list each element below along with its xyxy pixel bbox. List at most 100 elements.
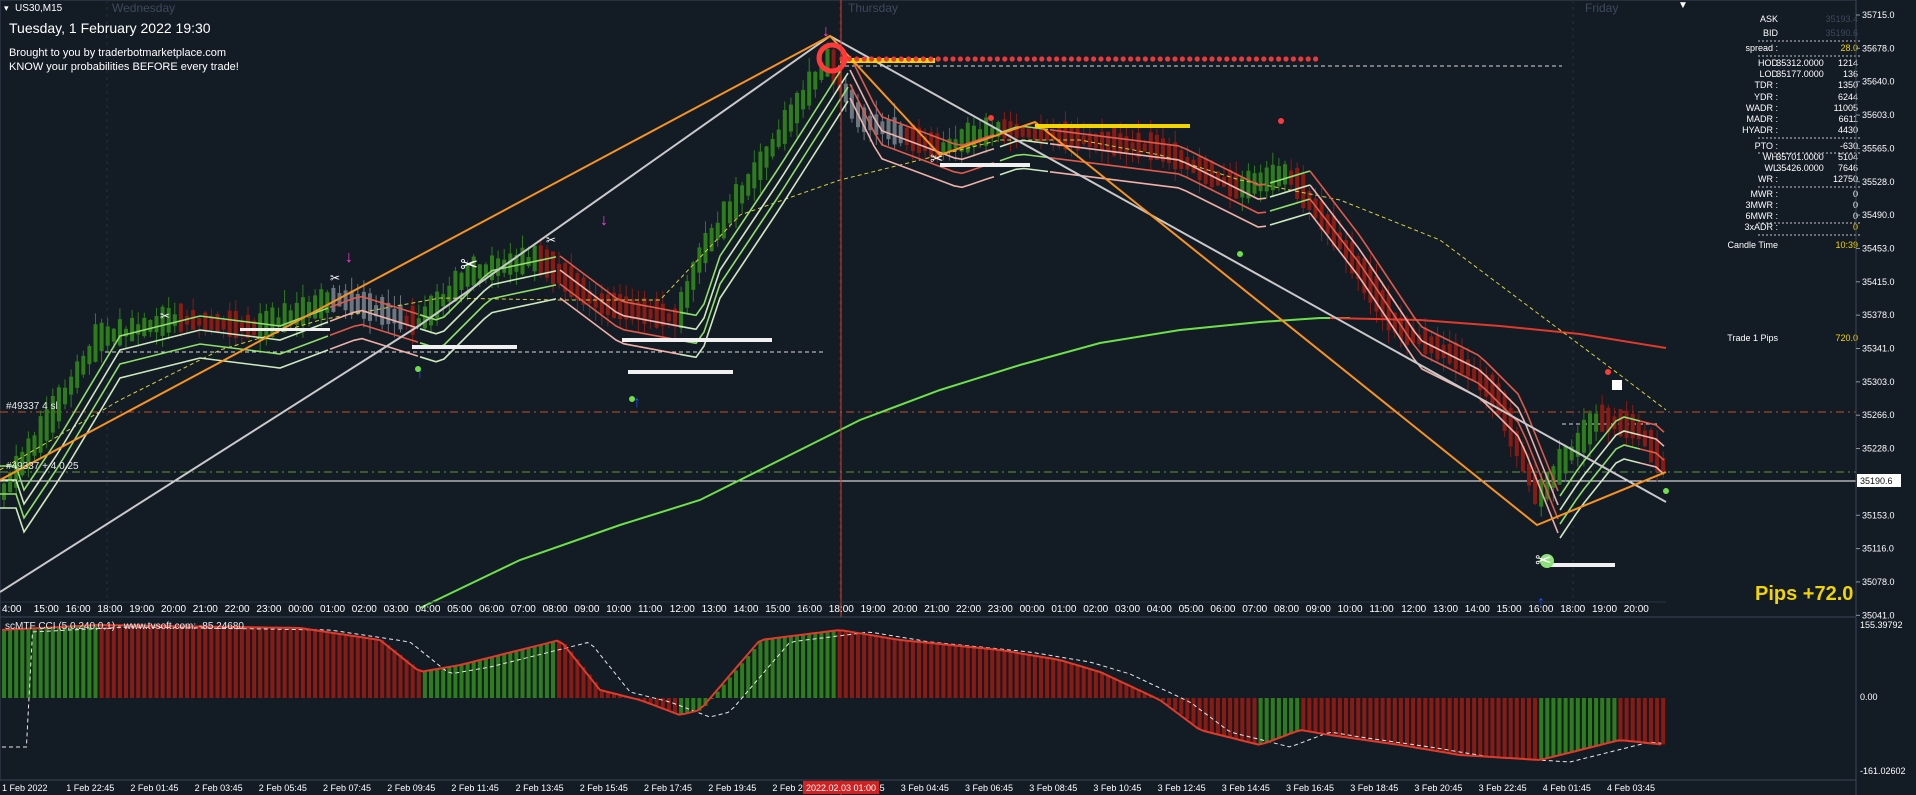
time-tick-label: 14:00 <box>733 604 758 615</box>
cci-bar <box>929 642 934 698</box>
red-dot <box>1120 56 1126 62</box>
order-label-sl[interactable]: #49337 4 sl <box>6 401 58 412</box>
cci-bar <box>1240 698 1245 741</box>
time-tick-label: 21:00 <box>924 604 949 615</box>
cci-bar <box>166 626 171 698</box>
price-tick-label: 35640.0 <box>1862 77 1895 87</box>
candle-body <box>898 124 903 144</box>
time-tick-label: 10:00 <box>606 604 631 615</box>
candle-body <box>1295 167 1300 200</box>
cci-bar <box>886 637 891 698</box>
stat-value: 6611 <box>1839 114 1858 124</box>
chart-menu-arrow-icon[interactable]: ▾ <box>4 3 9 13</box>
cci-bar <box>8 629 13 698</box>
candle-body <box>1069 126 1074 148</box>
date-tick-label: 3 Feb 20:45 <box>1414 783 1462 793</box>
cci-bar <box>1453 698 1458 754</box>
cci-bar <box>984 648 989 698</box>
cci-bar <box>1167 698 1172 706</box>
date-tick-label: 4 Feb 03:45 <box>1607 783 1655 793</box>
cci-bar <box>923 642 928 698</box>
cci-bar <box>1575 698 1580 752</box>
red-dot <box>1076 56 1082 62</box>
trading-chart-canvas: Wednesday Thursday Friday ↓ ↓ ↓ ↑ ↑ ✂ ✂ … <box>0 0 1916 795</box>
stat-value: 11005 <box>1834 103 1858 113</box>
time-tick-label: 00:00 <box>1020 604 1045 615</box>
candle-body <box>551 251 555 284</box>
candle-body <box>1136 132 1141 158</box>
stat-price: 35177.0000 <box>1776 69 1824 79</box>
red-dot <box>846 56 853 62</box>
cci-bar <box>837 630 842 698</box>
price-tick-label: 35303.0 <box>1862 377 1895 387</box>
candle-body <box>154 316 159 333</box>
candle-body <box>1203 158 1208 185</box>
red-dot <box>994 56 1001 62</box>
cci-bar <box>935 643 940 698</box>
candle-body <box>197 318 202 326</box>
candle-body <box>258 313 263 340</box>
red-dot <box>1283 56 1289 62</box>
order-label-tp[interactable]: #49337 + 4 0.25 <box>6 461 79 472</box>
cci-bar <box>404 659 409 698</box>
red-dot <box>1024 56 1030 62</box>
price-tick-label: 35341.0 <box>1862 344 1895 354</box>
cci-bar <box>843 630 848 698</box>
red-dot <box>1298 56 1304 62</box>
candle-body <box>734 184 738 220</box>
cci-bar <box>319 630 324 698</box>
cci-bar <box>239 627 244 698</box>
cci-bar <box>87 625 92 698</box>
cci-bar <box>496 655 501 698</box>
cci-bar <box>813 633 818 698</box>
candle-body <box>1649 429 1653 463</box>
candle-body <box>740 185 745 204</box>
red-dot <box>1290 56 1296 62</box>
candle-body <box>69 376 74 395</box>
promo-line-2: KNOW your probabilities BEFORE every tra… <box>9 61 239 73</box>
candle-body <box>1581 419 1586 453</box>
candle-body <box>246 314 250 338</box>
chart-datetime: Tuesday, 1 February 2022 19:30 <box>9 20 211 36</box>
candle-body <box>1020 127 1025 137</box>
candle-body <box>99 322 104 352</box>
cci-bar <box>1173 698 1178 710</box>
cci-bar <box>1533 698 1538 760</box>
date-tick-label: 3 Feb 10:45 <box>1093 783 1141 793</box>
candle-body <box>215 314 220 333</box>
stat-label: MWR : <box>1751 189 1779 199</box>
candle-body <box>75 361 80 388</box>
cci-bar <box>227 626 232 698</box>
candle-body <box>44 409 49 441</box>
candle-body <box>63 387 67 405</box>
stat-label: spread : <box>1745 43 1778 53</box>
candle-body <box>526 256 531 266</box>
cci-bar <box>917 641 921 698</box>
shift-marker-icon[interactable]: ▼ <box>1678 0 1688 11</box>
down-arrow-icon: ↓ <box>600 212 608 229</box>
cci-bar <box>959 645 964 698</box>
cci-bar <box>410 664 415 698</box>
cci-bar <box>435 669 440 698</box>
day-label-friday: Friday <box>1585 1 1618 15</box>
cci-bar <box>526 648 531 698</box>
date-tick-label: 2 Feb 09:45 <box>387 783 435 793</box>
cci-indicator-panel[interactable]: scMTF CCI (5,0,240,0,1) - www.tvsoft.com… <box>0 616 1906 781</box>
red-dot <box>1135 56 1141 62</box>
time-tick-label: 04:00 <box>1147 604 1172 615</box>
cci-bar <box>105 625 110 698</box>
cci-bar <box>868 634 873 698</box>
white-square-icon <box>1612 380 1622 390</box>
cci-bar <box>453 666 458 698</box>
candle-body <box>136 324 141 335</box>
symbol-timeframe: US30,M15 <box>15 3 63 14</box>
time-tick-label: 18:00 <box>1560 604 1585 615</box>
time-tick-label: 07:00 <box>1242 604 1267 615</box>
cci-bar <box>1344 698 1348 737</box>
cci-bar <box>203 626 208 698</box>
cci-bar <box>1472 698 1477 756</box>
candle-body <box>770 138 775 157</box>
cci-bar <box>355 636 360 698</box>
cci-bar <box>368 638 372 698</box>
date-tick-label: 2 Feb 07:45 <box>323 783 371 793</box>
